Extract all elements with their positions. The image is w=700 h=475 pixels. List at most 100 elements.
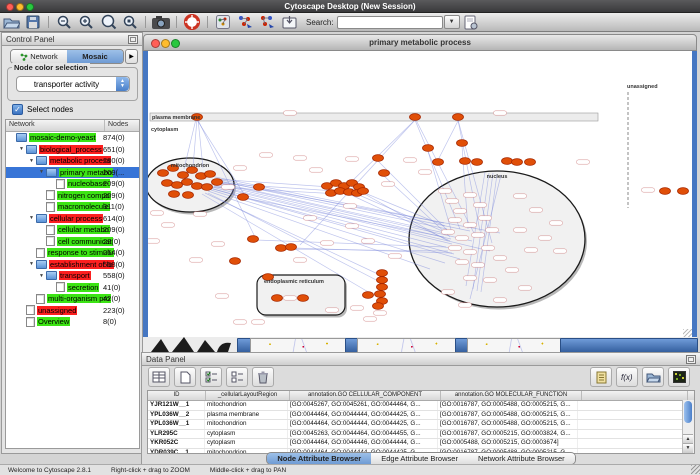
tree-row-8[interactable]: cellular metabo209(0) (6, 224, 139, 236)
minimized-frame-thumbnail[interactable] (357, 338, 457, 353)
graph-node[interactable] (248, 236, 259, 243)
expander-icon[interactable]: ▼ (19, 146, 26, 152)
help-icon[interactable] (182, 14, 202, 30)
graph-node[interactable] (230, 258, 241, 265)
tab-mosaic[interactable]: Mosaic (67, 50, 123, 63)
graph-node[interactable] (525, 159, 536, 166)
graph-node[interactable] (453, 114, 464, 121)
graph-node[interactable] (183, 192, 194, 199)
new-attribute-icon[interactable] (174, 367, 196, 387)
network-frame-titlebar[interactable]: primary metabolic process (143, 34, 697, 51)
graph-node[interactable] (272, 295, 283, 302)
table-row-3[interactable]: YLR295Ccytoplasm[GO:0045263, GO:0044464,… (148, 430, 694, 440)
minimized-frame-thumbnail[interactable] (467, 338, 562, 353)
float-panel-icon[interactable] (128, 35, 138, 44)
graph-node[interactable] (169, 191, 180, 198)
table-row-2[interactable]: YPL036W__1mitochondrion[GO:0044464, GO:0… (148, 420, 694, 430)
graph-node[interactable] (358, 188, 369, 195)
tree-row-9[interactable]: cell communicat22(0) (6, 236, 139, 248)
expander-icon[interactable]: ▼ (39, 169, 46, 175)
zoom-selected-icon[interactable] (120, 14, 140, 30)
tab-network[interactable]: Network (11, 50, 67, 63)
tree-column-network[interactable]: Network (6, 120, 105, 131)
frame-minimize-button[interactable] (161, 39, 170, 48)
table-column-header[interactable]: annotation.GO MOLECULAR_FUNCTION (441, 391, 582, 400)
frame-zoom-button[interactable] (171, 39, 180, 48)
minimized-frame-thumbnail[interactable] (250, 338, 347, 353)
node-color-dropdown[interactable]: transporter activity ▲▼ (16, 76, 130, 92)
search-dropdown-button[interactable]: ▼ (444, 15, 460, 29)
tree-row-13[interactable]: secretion41(0) (6, 282, 139, 294)
graph-node[interactable] (276, 245, 287, 252)
graph-node[interactable] (158, 170, 169, 177)
annotation-1-icon[interactable] (235, 14, 255, 30)
float-panel-icon[interactable] (686, 355, 696, 364)
table-column-header[interactable]: _cellularLayoutRegion (206, 391, 290, 400)
tree-row-4[interactable]: nucleobase-209(0) (6, 178, 139, 190)
graph-node[interactable] (172, 182, 183, 189)
graph-node[interactable] (423, 145, 434, 152)
graph-node[interactable] (212, 179, 223, 186)
tab-network-attribute-browser[interactable]: Network Attribute Browser (468, 453, 575, 464)
save-icon[interactable] (23, 14, 43, 30)
graph-node[interactable] (678, 188, 689, 195)
graph-node[interactable] (379, 170, 390, 177)
zoom-in-icon[interactable] (76, 14, 96, 30)
import-attributes-icon[interactable] (642, 367, 664, 387)
network-canvas[interactable]: plasma membranecytoplasmmitochondrionnuc… (143, 51, 697, 339)
graph-node[interactable] (238, 194, 249, 201)
graph-node[interactable] (502, 158, 513, 165)
window-resize-grip[interactable] (691, 465, 700, 474)
tree-row-0[interactable]: mosaic-demo-yeast874(0) (6, 132, 139, 144)
table-column-header[interactable]: annotation.GO CELLULAR_COMPONENT (290, 391, 441, 400)
graph-node[interactable] (162, 180, 173, 187)
table-row-1[interactable]: YPL036W__2plasma membrane[GO:0044464, GO… (148, 411, 694, 421)
graph-node[interactable] (286, 244, 297, 251)
minimized-frame-bar[interactable] (560, 338, 698, 353)
expander-icon[interactable]: ▼ (29, 215, 36, 221)
snapshot-icon[interactable] (151, 14, 171, 30)
tab-node-attribute-browser[interactable]: Node Attribute Browser (267, 453, 371, 464)
tree-row-3[interactable]: ▼primary metabo209(... (6, 167, 139, 179)
graph-node[interactable] (202, 184, 213, 191)
graph-node[interactable] (410, 114, 421, 121)
notes-icon[interactable] (590, 367, 612, 387)
graph-node[interactable] (298, 295, 309, 302)
graph-node[interactable] (460, 158, 471, 165)
tab-edge-attribute-browser[interactable]: Edge Attribute Browser (371, 453, 468, 464)
graph-node[interactable] (254, 184, 265, 191)
expander-icon[interactable]: ▼ (39, 273, 46, 279)
graph-node[interactable] (178, 172, 189, 179)
graph-node[interactable] (363, 292, 374, 299)
graph-node[interactable] (472, 159, 483, 166)
tree-row-16[interactable]: Overview8(0) (6, 316, 139, 328)
table-column-header[interactable] (582, 391, 688, 400)
tree-row-5[interactable]: nitrogen compo209(0) (6, 190, 139, 202)
tree-row-7[interactable]: ▼cellular process614(0) (6, 213, 139, 225)
tree-row-11[interactable]: ▼establishment of lo558(0) (6, 259, 139, 271)
graph-node[interactable] (375, 291, 386, 298)
select-attributes-icon[interactable] (200, 367, 222, 387)
graph-node[interactable] (377, 270, 388, 277)
open-file-icon[interactable] (1, 14, 21, 30)
graph-node[interactable] (377, 284, 388, 291)
zoom-out-icon[interactable] (54, 14, 74, 30)
window-minimize-button[interactable] (16, 3, 24, 11)
graph-node[interactable] (373, 303, 384, 310)
graph-node[interactable] (373, 155, 384, 162)
graph-node[interactable] (182, 179, 193, 186)
annotation-2-icon[interactable] (257, 14, 277, 30)
tree-row-12[interactable]: ▼transport558(0) (6, 270, 139, 282)
more-tabs-button[interactable]: ▶ (125, 49, 138, 64)
select-nodes-checkbox[interactable]: ✓ (12, 104, 23, 115)
import-icon[interactable] (279, 14, 299, 30)
function-builder-icon[interactable]: f(x) (616, 367, 638, 387)
tree-row-14[interactable]: multi-organism pro42(0) (6, 293, 139, 305)
matrix-icon[interactable] (668, 367, 690, 387)
tree-row-10[interactable]: response to stimulu264(0) (6, 247, 139, 259)
expander-icon[interactable]: ▼ (29, 158, 36, 164)
graph-node[interactable] (192, 183, 203, 190)
scrollbar-thumb[interactable] (684, 401, 692, 423)
tree-row-2[interactable]: ▼metabolic process280(0) (6, 155, 139, 167)
unselect-attributes-icon[interactable] (226, 367, 248, 387)
